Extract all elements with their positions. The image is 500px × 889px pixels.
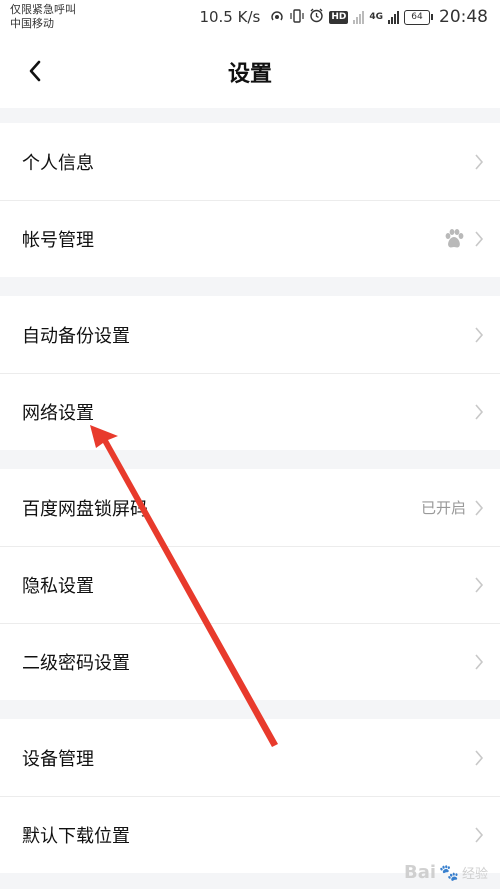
signal-strength-icon [388,10,399,24]
chevron-right-icon [475,499,484,516]
row-label: 个人信息 [22,152,94,174]
settings-row-network[interactable]: 网络设置 [0,373,500,450]
chevron-right-icon [475,653,484,670]
settings-row-auto-backup[interactable]: 自动备份设置 [0,296,500,373]
baidu-jingyan-watermark: Bai 🐾 经验 [404,862,488,883]
row-label: 隐私设置 [22,575,94,597]
network-speed: 10.5 K/s [199,8,261,26]
chevron-right-icon [475,749,484,766]
carrier-info: 仅限紧急呼叫 中国移动 [10,3,76,31]
chevron-right-icon [475,230,484,247]
alarm-icon [309,8,324,26]
page-title: 设置 [227,62,272,87]
settings-section-security: 百度网盘锁屏码 已开启 隐私设置 二级密码设置 [0,469,500,700]
row-label: 帐号管理 [22,229,94,251]
row-label: 设备管理 [22,748,94,770]
row-label: 自动备份设置 [22,325,130,347]
network-type: 4G [369,12,383,22]
carrier-line-1: 仅限紧急呼叫 [10,3,76,16]
baidu-paw-icon [445,228,464,247]
row-label: 默认下载位置 [22,825,130,847]
clock: 20:48 [439,7,488,27]
lock-screen-status: 已开启 [420,499,466,517]
signal-icon [353,10,365,24]
chevron-right-icon [475,153,484,170]
settings-row-secondary-password[interactable]: 二级密码设置 [0,623,500,700]
watermark-text: Bai [404,862,437,883]
settings-row-privacy[interactable]: 隐私设置 [0,546,500,623]
vibrate-icon [290,8,304,26]
hotspot-icon [269,9,285,26]
row-label: 网络设置 [22,402,94,424]
watermark-suffix: 经验 [461,867,488,882]
settings-row-account-management[interactable]: 帐号管理 [0,200,500,277]
watermark-paw-icon: 🐾 [439,863,459,882]
chevron-right-icon [475,326,484,343]
settings-row-personal-info[interactable]: 个人信息 [0,123,500,200]
status-bar: 仅限紧急呼叫 中国移动 10.5 K/s HD 4G 64 20:48 [0,0,500,34]
row-label: 二级密码设置 [22,652,130,674]
settings-section-account: 个人信息 帐号管理 [0,123,500,277]
settings-section-device: 设备管理 默认下载位置 [0,719,500,873]
battery-icon: 64 [404,9,433,25]
chevron-right-icon [475,576,484,593]
row-label: 百度网盘锁屏码 [22,498,148,520]
hd-badge: HD [329,10,349,24]
settings-section-backup: 自动备份设置 网络设置 [0,296,500,450]
carrier-line-2: 中国移动 [10,17,54,30]
battery-level: 64 [411,12,423,22]
chevron-right-icon [475,403,484,420]
settings-row-device-management[interactable]: 设备管理 [0,719,500,796]
nav-bar: 设置 [0,34,500,108]
status-icons: 10.5 K/s HD 4G 64 20:48 [199,6,488,28]
settings-row-lock-screen-code[interactable]: 百度网盘锁屏码 已开启 [0,469,500,546]
chevron-right-icon [475,826,484,843]
